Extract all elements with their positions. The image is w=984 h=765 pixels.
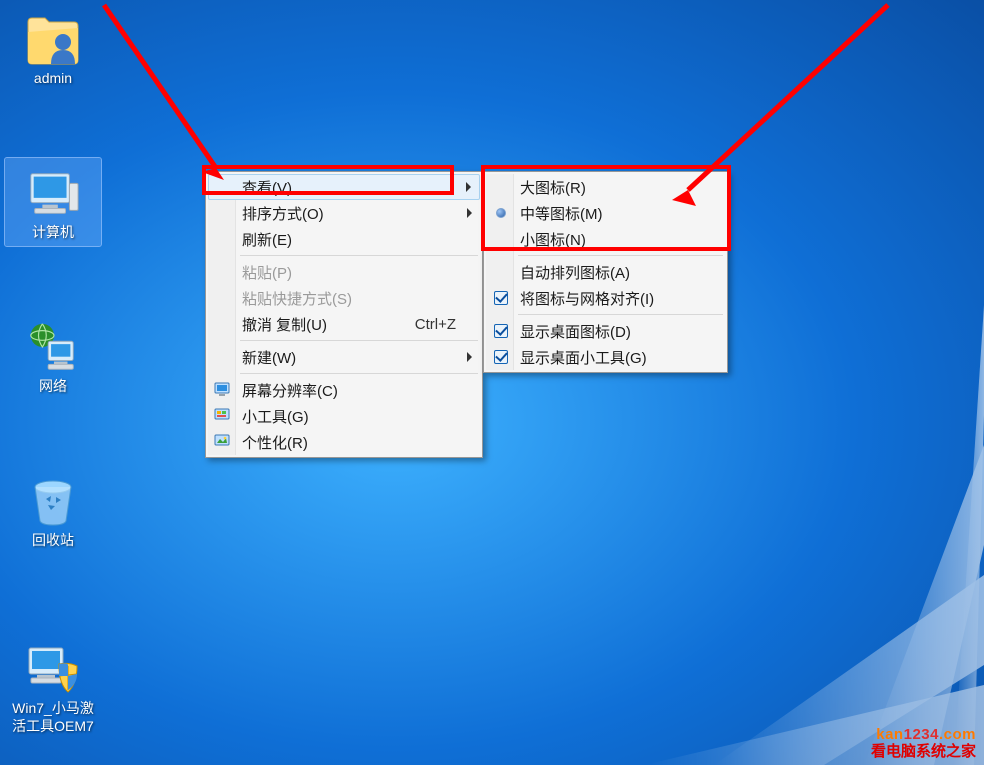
submenu-item-align-to-grid[interactable]: 将图标与网格对齐(I) — [486, 285, 725, 311]
submenu-arrow-icon — [466, 182, 471, 192]
menu-label: 将图标与网格对齐(I) — [520, 288, 654, 309]
check-icon — [490, 288, 512, 308]
submenu-arrow-icon — [467, 352, 472, 362]
radio-selected-icon — [490, 203, 512, 223]
menu-label: 中等图标(M) — [520, 203, 603, 224]
submenu-item-medium-icons[interactable]: 中等图标(M) — [486, 200, 725, 226]
monitor-icon — [212, 380, 234, 400]
submenu-item-large-icons[interactable]: 大图标(R) — [486, 174, 725, 200]
menu-item-paste-shortcut: 粘贴快捷方式(S) — [208, 285, 480, 311]
menu-shortcut: Ctrl+Z — [375, 316, 456, 333]
menu-item-new[interactable]: 新建(W) — [208, 344, 480, 370]
desktop-icon-activation-tool[interactable]: Win7_小马激活工具OEM7 — [5, 638, 101, 735]
icon-label: 回收站 — [5, 532, 101, 550]
menu-label: 个性化(R) — [242, 432, 308, 453]
recycle-bin-icon — [25, 474, 81, 530]
check-icon — [490, 347, 512, 367]
menu-item-sort[interactable]: 排序方式(O) — [208, 200, 480, 226]
menu-separator — [518, 314, 723, 315]
submenu-arrow-icon — [467, 208, 472, 218]
network-icon — [25, 320, 81, 376]
annotation-arrow-left — [84, 0, 264, 200]
menu-label: 查看(V) — [242, 177, 292, 198]
desktop-context-menu[interactable]: 查看(V) 排序方式(O) 刷新(E) 粘贴(P) 粘贴快捷方式(S) 撤消 复… — [205, 171, 483, 458]
icon-label: 网络 — [5, 378, 101, 396]
shield-tool-icon — [25, 642, 81, 698]
watermark-text: 看电脑系统之家 — [871, 740, 976, 761]
menu-separator — [518, 255, 723, 256]
menu-separator — [240, 255, 478, 256]
menu-label: 显示桌面小工具(G) — [520, 347, 647, 368]
menu-item-refresh[interactable]: 刷新(E) — [208, 226, 480, 252]
icon-label: Win7_小马激活工具OEM7 — [5, 700, 101, 735]
menu-label: 屏幕分辨率(C) — [242, 380, 338, 401]
menu-label: 粘贴快捷方式(S) — [242, 288, 352, 309]
personalize-icon — [212, 432, 234, 452]
menu-label: 撤消 复制(U) — [242, 314, 327, 335]
menu-item-view[interactable]: 查看(V) — [208, 174, 480, 200]
desktop-icon-network[interactable]: 网络 — [5, 316, 101, 396]
icon-label: 计算机 — [5, 224, 101, 242]
menu-item-undo-copy[interactable]: 撤消 复制(U) Ctrl+Z — [208, 311, 480, 337]
view-submenu[interactable]: 大图标(R) 中等图标(M) 小图标(N) 自动排列图标(A) 将图标与网格对齐… — [483, 171, 728, 373]
menu-item-paste: 粘贴(P) — [208, 259, 480, 285]
folder-user-icon — [25, 12, 81, 68]
submenu-item-small-icons[interactable]: 小图标(N) — [486, 226, 725, 252]
submenu-item-show-desktop-gadgets[interactable]: 显示桌面小工具(G) — [486, 344, 725, 370]
check-icon — [490, 321, 512, 341]
desktop-icon-computer[interactable]: 计算机 — [5, 158, 101, 246]
gadgets-icon — [212, 406, 234, 426]
submenu-item-auto-arrange[interactable]: 自动排列图标(A) — [486, 259, 725, 285]
menu-item-gadgets[interactable]: 小工具(G) — [208, 403, 480, 429]
menu-label: 新建(W) — [242, 347, 296, 368]
menu-label: 小图标(N) — [520, 229, 586, 250]
icon-label: admin — [5, 70, 101, 88]
menu-label: 大图标(R) — [520, 177, 586, 198]
menu-separator — [240, 373, 478, 374]
desktop-icon-recycle-bin[interactable]: 回收站 — [5, 470, 101, 550]
menu-item-personalize[interactable]: 个性化(R) — [208, 429, 480, 455]
menu-label: 显示桌面图标(D) — [520, 321, 631, 342]
menu-label: 自动排列图标(A) — [520, 262, 630, 283]
menu-separator — [240, 340, 478, 341]
menu-label: 排序方式(O) — [242, 203, 324, 224]
submenu-item-show-desktop-icons[interactable]: 显示桌面图标(D) — [486, 318, 725, 344]
computer-icon — [25, 166, 81, 222]
menu-label: 刷新(E) — [242, 229, 292, 250]
menu-label: 小工具(G) — [242, 406, 309, 427]
menu-item-screen-resolution[interactable]: 屏幕分辨率(C) — [208, 377, 480, 403]
menu-label: 粘贴(P) — [242, 262, 292, 283]
desktop-icon-user-folder[interactable]: admin — [5, 8, 101, 88]
